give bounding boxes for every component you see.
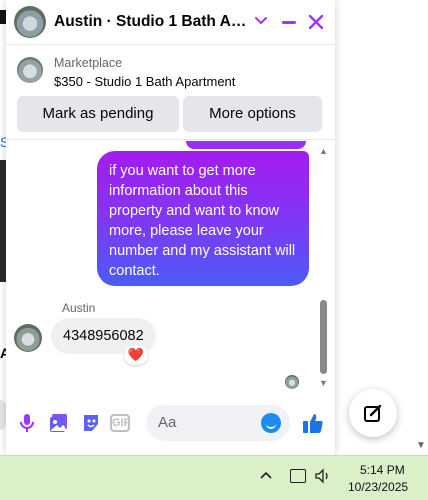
chevron-down-icon[interactable]	[254, 12, 268, 30]
message-list[interactable]: if you want to get more information abou…	[6, 141, 335, 394]
volume-icon[interactable]	[314, 468, 332, 487]
new-message-button[interactable]	[349, 389, 397, 437]
listing-price-title[interactable]: $350 - Studio 1 Bath Apartment	[54, 74, 235, 89]
outgoing-message[interactable]: if you want to get more information abou…	[97, 151, 309, 286]
emoji-icon[interactable]	[261, 413, 281, 433]
mic-icon[interactable]	[16, 412, 38, 434]
compose-icon	[364, 404, 382, 422]
marketplace-listing: Marketplace $350 - Studio 1 Bath Apartme…	[6, 46, 335, 140]
clock-date[interactable]: 10/23/2025	[348, 480, 408, 494]
chat-header[interactable]: Austin · Studio 1 Bath Apar...	[6, 0, 335, 45]
network-icon[interactable]	[290, 469, 306, 483]
show-hidden-icons-icon[interactable]	[259, 468, 273, 485]
more-options-button[interactable]: More options	[183, 96, 322, 132]
sender-name: Austin	[62, 301, 96, 315]
listing-label: Marketplace	[54, 56, 123, 70]
sender-avatar[interactable]	[14, 324, 42, 352]
listing-thumbnail[interactable]	[17, 57, 43, 83]
gif-icon[interactable]: GIF	[110, 414, 130, 432]
taskbar: 5:14 PM 10/23/2025	[0, 455, 428, 500]
photo-icon[interactable]	[48, 412, 70, 434]
minimize-icon[interactable]	[282, 21, 296, 24]
chat-scrollbar[interactable]: ▲ ▼	[318, 146, 330, 390]
scroll-down-arrow-icon[interactable]: ▼	[319, 378, 328, 388]
message-input-placeholder: Aa	[158, 414, 177, 431]
chat-avatar[interactable]	[14, 6, 46, 38]
like-icon[interactable]	[300, 411, 326, 435]
clock-time[interactable]: 5:14 PM	[360, 463, 405, 477]
previous-message-bubble	[186, 141, 306, 149]
page-scroll-down-arrow-icon[interactable]: ▼	[416, 440, 426, 451]
chat-title[interactable]: Austin · Studio 1 Bath Apar...	[54, 13, 254, 31]
chat-window: Austin · Studio 1 Bath Apar... Marketpla…	[6, 0, 335, 455]
close-icon[interactable]	[306, 9, 326, 35]
seen-indicator-avatar	[285, 375, 299, 389]
scrollbar-thumb[interactable]	[320, 300, 327, 374]
message-composer: GIF Aa	[6, 400, 335, 448]
scroll-up-arrow-icon[interactable]: ▲	[319, 146, 328, 156]
mark-as-pending-button[interactable]: Mark as pending	[17, 96, 179, 132]
sticker-icon[interactable]	[80, 412, 102, 434]
heart-reaction[interactable]: ❤️	[124, 345, 148, 365]
